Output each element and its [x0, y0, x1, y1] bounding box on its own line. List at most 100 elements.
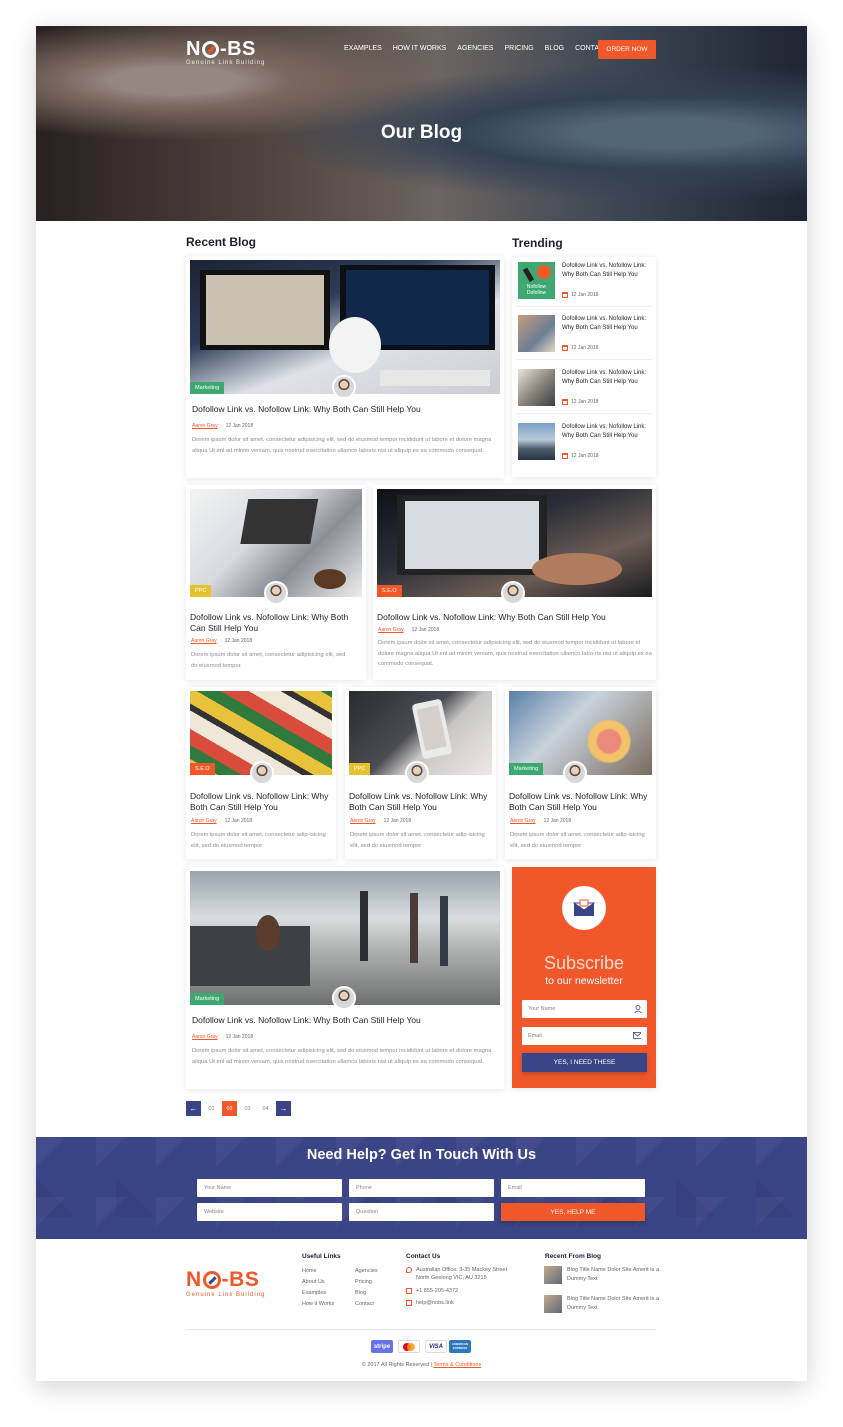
author-avatar[interactable]	[501, 581, 525, 605]
footer-link-pricing[interactable]: Pricing	[355, 1279, 372, 1285]
blog-card-title[interactable]: Dofollow Link vs. Nofollow Link: Why Bot…	[377, 612, 652, 623]
blog-card-title[interactable]: Dofollow Link vs. Nofollow Link: Why Bot…	[349, 791, 492, 813]
footer-link-examples[interactable]: Examples	[302, 1290, 326, 1296]
footer-blog-title[interactable]: Blog Title Name Dolor Site Amerit Is a D…	[567, 1266, 662, 1283]
footer-divider	[186, 1329, 656, 1330]
blog-card-title[interactable]: Dofollow Link vs. Nofollow Link: Why Bot…	[192, 1015, 498, 1026]
blog-card[interactable]: Marketing Dofollow Link vs. Nofollow Lin…	[505, 687, 656, 859]
contact-us-title: Contact Us	[406, 1253, 441, 1260]
author-avatar[interactable]	[332, 375, 356, 399]
footer-email-text: help@nobs.link	[416, 1300, 454, 1306]
pagination-page-active[interactable]: 02	[222, 1101, 237, 1116]
footer-email[interactable]: help@nobs.link	[406, 1299, 454, 1307]
copyright-text: © 2017 All Rights Reserved	[361, 1362, 430, 1368]
footer-blog-item[interactable]: Blog Title Name Dolor Site Amerit Is a D…	[544, 1266, 664, 1288]
blog-card-image[interactable]: Marketing	[190, 260, 500, 394]
blog-card-title[interactable]: Dofollow Link vs. Nofollow Link: Why Bot…	[190, 791, 332, 813]
author-link[interactable]: Aaron Gray	[378, 627, 404, 633]
trending-title[interactable]: Dofollow Link vs. Nofollow Link: Why Bot…	[562, 262, 647, 281]
contact-band: Need Help? Get In Touch With Us Your Nam…	[36, 1137, 807, 1239]
envelope-icon	[562, 886, 606, 930]
category-tag[interactable]: PPC	[190, 585, 212, 597]
subscribe-email-input[interactable]: Email	[522, 1027, 647, 1045]
author-link[interactable]: Aaron Gray	[350, 818, 376, 824]
author-avatar[interactable]	[264, 581, 288, 605]
footer-logo[interactable]: N -BS Genuine Link Building	[186, 1268, 265, 1298]
trending-item[interactable]: Dofollow Link vs. Nofollow Link: Why Bot…	[517, 310, 652, 360]
help-submit-button[interactable]: YES, HELP ME	[501, 1203, 645, 1221]
help-phone-input[interactable]: Phone	[349, 1179, 494, 1197]
trending-title[interactable]: Dofollow Link vs. Nofollow Link: Why Bot…	[562, 315, 647, 334]
order-now-button[interactable]: ORDER NOW	[598, 40, 656, 59]
nav-blog[interactable]: BLOG	[545, 45, 564, 52]
blog-card-title[interactable]: Dofollow Link vs. Nofollow Link: Why Bot…	[190, 612, 362, 634]
blog-card[interactable]: Marketing Dofollow Link vs. Nofollow Lin…	[186, 256, 504, 478]
subscribe-subtitle: to our newsletter	[545, 975, 623, 987]
footer-link-blog[interactable]: Blog	[355, 1290, 366, 1296]
calendar-icon	[562, 453, 568, 459]
author-link[interactable]: Aaron Gray	[192, 423, 218, 429]
blog-card[interactable]: Marketing Dofollow Link vs. Nofollow Lin…	[186, 867, 504, 1089]
trending-title[interactable]: Dofollow Link vs. Nofollow Link: Why Bot…	[562, 423, 647, 442]
help-name-input[interactable]: Your Name	[197, 1179, 342, 1197]
author-avatar[interactable]	[563, 761, 587, 785]
blog-card-title[interactable]: Dofollow Link vs. Nofollow Link: Why Bot…	[192, 404, 498, 415]
pagination-page[interactable]: 01	[204, 1101, 219, 1116]
footer-blog-thumb[interactable]	[544, 1295, 562, 1313]
blog-card[interactable]: S.E.O Dofollow Link vs. Nofollow Link: W…	[373, 485, 656, 680]
terms-link[interactable]: Terms & Conditions	[434, 1362, 482, 1368]
trending-thumb[interactable]	[518, 315, 555, 352]
subscribe-button[interactable]: YES, I NEED THESE	[522, 1053, 647, 1072]
nav-agencies[interactable]: AGENCIES	[457, 45, 493, 52]
calendar-icon	[562, 292, 568, 298]
trending-item[interactable]: Dofollow Link vs. Nofollow Link: Why Bot…	[517, 364, 652, 414]
pagination-page[interactable]: 04	[258, 1101, 273, 1116]
nav-examples[interactable]: EXAMPLES	[344, 45, 382, 52]
trending-thumb[interactable]: Nofollow Dofollow	[518, 262, 555, 299]
footer-phone[interactable]: +1 855-205-4372	[406, 1287, 458, 1295]
help-website-input[interactable]: Website	[197, 1203, 342, 1221]
category-tag[interactable]: Marketing	[190, 993, 225, 1005]
category-tag[interactable]: Marketing	[509, 763, 544, 775]
trending-item[interactable]: Dofollow Link vs. Nofollow Link: Why Bot…	[517, 418, 652, 468]
footer-link-how-it-works[interactable]: How it Works	[302, 1301, 334, 1307]
nav-pricing[interactable]: PRICING	[504, 45, 533, 52]
footer-link-agencies[interactable]: Agencies	[355, 1268, 378, 1274]
footer-blog-title[interactable]: Blog Title Name Dolor Site Amerit Is a D…	[567, 1295, 662, 1312]
category-tag[interactable]: Marketing	[190, 382, 225, 394]
author-link[interactable]: Aaron Gray	[510, 818, 536, 824]
logo[interactable]: N -BS Genuine Link Building	[186, 38, 265, 66]
footer-link-contact[interactable]: Contact	[355, 1301, 374, 1307]
help-question-input[interactable]: Question	[349, 1203, 494, 1221]
trending-thumb[interactable]	[518, 423, 555, 460]
author-link[interactable]: Aaron Gray	[191, 638, 217, 644]
blog-card[interactable]: S.E.O Dofollow Link vs. Nofollow Link: W…	[186, 687, 336, 859]
footer-blog-thumb[interactable]	[544, 1266, 562, 1284]
footer-link-home[interactable]: Home	[302, 1268, 317, 1274]
category-tag[interactable]: PPC	[349, 763, 371, 775]
subscribe-name-input[interactable]: Your Name	[522, 1000, 647, 1018]
trending-thumb[interactable]	[518, 369, 555, 406]
pagination-page[interactable]: 03	[240, 1101, 255, 1116]
pagination-next[interactable]: →	[276, 1101, 291, 1116]
help-email-input[interactable]: Email	[501, 1179, 645, 1197]
blog-card[interactable]: PPC Dofollow Link vs. Nofollow Link: Why…	[345, 687, 496, 859]
trending-title[interactable]: Dofollow Link vs. Nofollow Link: Why Bot…	[562, 369, 647, 388]
trending-date: 12 Jan 2018	[571, 345, 599, 351]
blog-card-image[interactable]: Marketing	[190, 871, 500, 1005]
category-tag[interactable]: S.E.O	[377, 585, 402, 597]
footer-blog-item[interactable]: Blog Title Name Dolor Site Amerit Is a D…	[544, 1295, 664, 1317]
author-avatar[interactable]	[332, 986, 356, 1010]
trending-thumb-text: Nofollow Dofollow	[526, 284, 547, 296]
author-avatar[interactable]	[405, 761, 429, 785]
trending-item[interactable]: Nofollow Dofollow Dofollow Link vs. Nofo…	[517, 257, 652, 307]
pagination-prev[interactable]: ←	[186, 1101, 201, 1116]
author-avatar[interactable]	[250, 761, 274, 785]
author-link[interactable]: Aaron Gray	[191, 818, 217, 824]
blog-card-title[interactable]: Dofollow Link vs. Nofollow Link: Why Bot…	[509, 791, 652, 813]
footer-link-about[interactable]: About Us	[302, 1279, 325, 1285]
category-tag[interactable]: S.E.O	[190, 763, 215, 775]
author-link[interactable]: Aaron Gray	[192, 1034, 218, 1040]
blog-card[interactable]: PPC Dofollow Link vs. Nofollow Link: Why…	[186, 485, 366, 680]
nav-how-it-works[interactable]: HOW IT WORKS	[393, 45, 447, 52]
